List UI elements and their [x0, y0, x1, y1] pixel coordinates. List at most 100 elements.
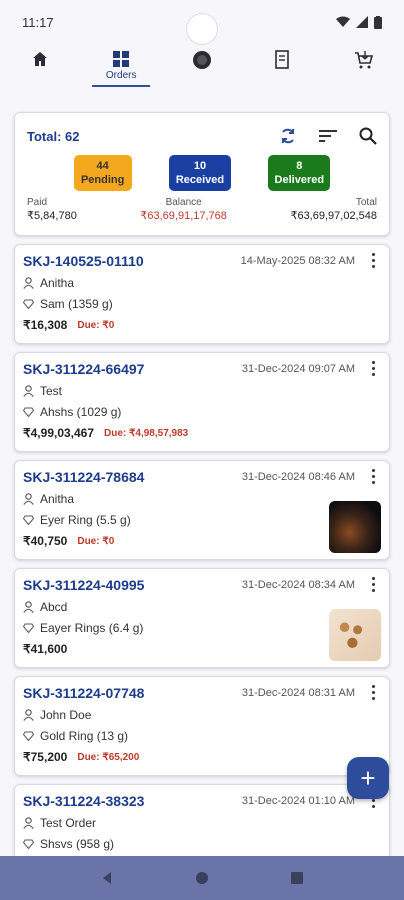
order-date: 31-Dec-2024 08:31 AM: [241, 687, 355, 699]
diamond-icon: [23, 623, 34, 633]
order-price: ₹41,600: [23, 642, 68, 656]
system-nav-bar: [0, 856, 404, 900]
search-icon[interactable]: [359, 127, 377, 145]
order-card[interactable]: SKJ-311224-40995 31-Dec-2024 08:34 AM Ab…: [14, 568, 390, 668]
due-amount: Due: ₹4,98,57,983: [104, 427, 189, 439]
balance-label: Balance: [165, 197, 202, 208]
more-options-icon[interactable]: [367, 251, 379, 269]
item-name: Shsvs (958 g): [40, 837, 115, 851]
order-card[interactable]: SKJ-311224-78684 31-Dec-2024 08:46 AM An…: [14, 460, 390, 560]
customer-name: Test: [40, 384, 63, 398]
orders-list: SKJ-140525-01110 14-May-2025 08:32 AM An…: [0, 236, 404, 884]
order-id: SKJ-311224-78684: [23, 469, 145, 485]
order-card[interactable]: SKJ-311224-66497 31-Dec-2024 09:07 AM Te…: [14, 352, 390, 452]
paid-label: Paid: [27, 197, 48, 208]
cart-icon: [354, 51, 373, 69]
tab-home[interactable]: [10, 50, 70, 68]
total-label: Total: [355, 197, 377, 208]
total-value: ₹63,69,97,02,548: [290, 210, 377, 222]
home-icon: [33, 52, 48, 66]
order-card[interactable]: SKJ-311224-07748 31-Dec-2024 08:31 AM Jo…: [14, 676, 390, 776]
person-icon: [23, 709, 34, 721]
tab-badge[interactable]: [172, 50, 232, 70]
order-price: ₹40,750: [23, 534, 68, 548]
customer-name: John Doe: [40, 708, 92, 722]
tab-cart[interactable]: [334, 50, 394, 70]
received-label: Received: [175, 174, 225, 186]
person-icon: [23, 817, 34, 829]
badge-icon: [192, 51, 211, 69]
delivered-count: 8: [296, 160, 303, 172]
diamond-icon: [23, 731, 34, 741]
item-name: Gold Ring (13 g): [40, 729, 129, 743]
top-tab-bar: Orders: [0, 44, 404, 100]
pending-count: 44: [96, 160, 109, 172]
diamond-icon: [23, 407, 34, 417]
order-price: ₹75,200: [23, 750, 68, 764]
delivered-chip[interactable]: 8 Delivered: [268, 155, 331, 191]
more-options-icon[interactable]: [367, 359, 379, 377]
order-date: 14-May-2025 08:32 AM: [240, 255, 355, 267]
product-thumbnail[interactable]: [329, 501, 381, 553]
item-name: Sam (1359 g): [40, 297, 113, 311]
person-icon: [23, 601, 34, 613]
camera-cutout: [187, 14, 217, 44]
item-name: Eayer Rings (6.4 g): [40, 621, 144, 635]
due-amount: Due: ₹0: [77, 535, 115, 547]
paid-value: ₹5,84,780: [27, 210, 77, 222]
recents-icon[interactable]: [290, 871, 304, 885]
person-icon: [23, 493, 34, 505]
paid-summary: Paid ₹5,84,780: [27, 197, 77, 222]
order-id: SKJ-311224-66497: [23, 361, 145, 377]
received-chip[interactable]: 10 Received: [168, 155, 231, 191]
order-price: ₹4,99,03,467: [23, 426, 95, 440]
diamond-icon: [23, 839, 34, 849]
pending-label: Pending: [80, 174, 125, 186]
status-icons: [336, 15, 382, 29]
sort-icon[interactable]: [319, 129, 337, 143]
person-icon: [23, 385, 34, 397]
grid-icon: [113, 51, 130, 67]
status-bar: 11:17: [0, 0, 404, 44]
order-price: ₹16,308: [23, 318, 68, 332]
customer-name: Test Order: [40, 816, 97, 830]
wifi-icon: [336, 16, 350, 27]
balance-summary: Balance ₹63,69,91,17,768: [140, 197, 227, 222]
item-name: Eyer Ring (5.5 g): [40, 513, 131, 527]
tab-receipt[interactable]: [253, 50, 313, 70]
person-icon: [23, 277, 34, 289]
diamond-icon: [23, 515, 34, 525]
order-card[interactable]: SKJ-140525-01110 14-May-2025 08:32 AM An…: [14, 244, 390, 344]
delivered-label: Delivered: [274, 174, 325, 186]
tab-orders-label: Orders: [105, 70, 137, 81]
active-tab-indicator: [92, 85, 151, 87]
diamond-icon: [23, 299, 34, 309]
pending-chip[interactable]: 44 Pending: [73, 155, 132, 191]
more-options-icon[interactable]: [367, 467, 379, 485]
customer-name: Abcd: [40, 600, 68, 614]
refresh-icon[interactable]: [279, 127, 297, 145]
customer-name: Anitha: [40, 276, 75, 290]
item-name: Ahshs (1029 g): [40, 405, 122, 419]
tab-orders[interactable]: Orders: [91, 50, 151, 87]
order-date: 31-Dec-2024 01:10 AM: [241, 795, 355, 807]
order-date: 31-Dec-2024 08:34 AM: [241, 579, 355, 591]
battery-icon: [374, 15, 382, 29]
total-orders-label: Total: 62: [27, 128, 80, 144]
total-summary: Total ₹63,69,97,02,548: [290, 197, 377, 222]
product-thumbnail[interactable]: [329, 609, 381, 661]
order-id: SKJ-311224-40995: [23, 577, 145, 593]
back-icon[interactable]: [100, 871, 114, 885]
signal-icon: [356, 16, 368, 28]
receipt-icon: [274, 50, 289, 69]
order-date: 31-Dec-2024 09:07 AM: [241, 363, 355, 375]
balance-value: ₹63,69,91,17,768: [140, 210, 227, 222]
more-options-icon[interactable]: [367, 575, 379, 593]
order-date: 31-Dec-2024 08:46 AM: [241, 471, 355, 483]
order-id: SKJ-311224-38323: [23, 793, 145, 809]
received-count: 10: [193, 160, 207, 172]
due-amount: Due: ₹0: [77, 319, 115, 331]
more-options-icon[interactable]: [367, 683, 379, 701]
add-order-button[interactable]: +: [347, 757, 389, 799]
home-button-icon[interactable]: [195, 871, 209, 885]
